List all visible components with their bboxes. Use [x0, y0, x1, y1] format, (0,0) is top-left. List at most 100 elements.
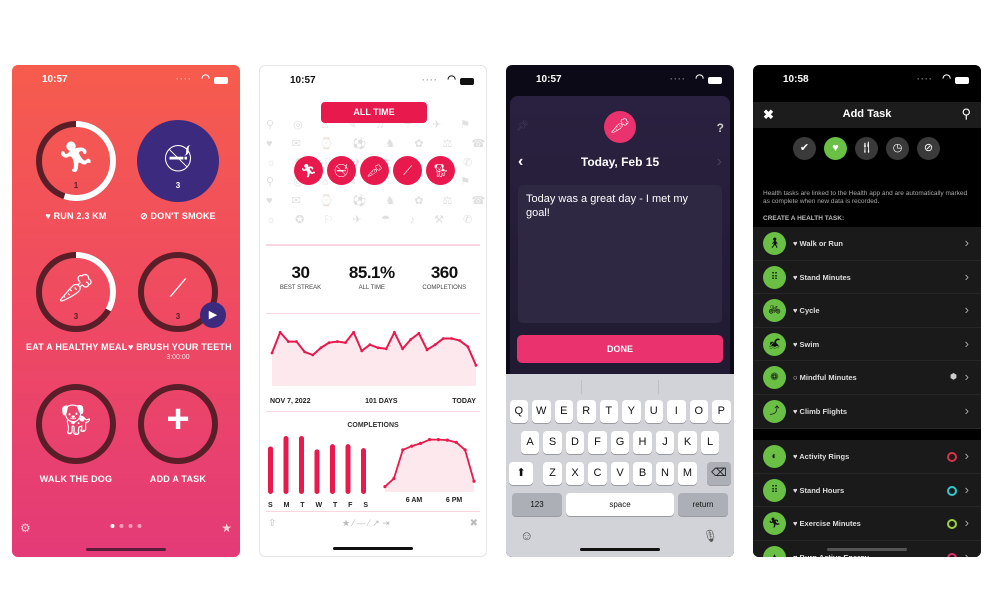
keyboard-row-4: 123 space return	[506, 493, 734, 516]
chevron-right-icon: ›	[964, 481, 969, 497]
key-z[interactable]: Z	[543, 462, 562, 485]
help-button[interactable]: ?	[717, 121, 724, 135]
trend-point	[417, 331, 421, 335]
hourly-point	[383, 485, 387, 489]
key-i[interactable]: I	[667, 400, 686, 423]
habit-tile-walk-dog[interactable]: 🐕︎ WALK THE DOG	[26, 382, 126, 484]
task-row[interactable]: 🚲︎ ♥ Cycle ›	[753, 294, 981, 328]
hourly-point	[463, 448, 467, 452]
key-w[interactable]: W	[532, 400, 551, 423]
completion-count: 1	[73, 181, 79, 190]
return-key[interactable]: return	[678, 493, 728, 516]
key-y[interactable]: Y	[622, 400, 641, 423]
heart-icon[interactable]: ♥	[824, 137, 847, 160]
task-row[interactable]: 🚶︎ ♥ Walk or Run ›	[753, 227, 981, 261]
completions-title: COMPLETIONS	[347, 422, 399, 429]
weekday-label: S	[363, 502, 368, 509]
key-v[interactable]: V	[610, 462, 630, 485]
add-task-screen: 10:58 ···· ◠ ✖ Add Task ⚲ ✔ ♥ 🍴︎ ◷ ⊘ Hea…	[753, 65, 981, 557]
key-j[interactable]: J	[655, 431, 675, 454]
key-l[interactable]: L	[700, 431, 720, 454]
chevron-right-icon[interactable]: ›	[717, 153, 722, 171]
running-person-icon: 🏃︎	[763, 512, 786, 536]
task-row[interactable]: 🏊︎ ♥ Swim ›	[753, 328, 981, 362]
running-person-icon[interactable]: 🏃︎	[294, 156, 323, 185]
carrot-icon[interactable]: 🥕︎	[360, 156, 389, 185]
numbers-key[interactable]: 123	[512, 493, 562, 516]
key-x[interactable]: X	[565, 462, 585, 485]
key-t[interactable]: T	[599, 400, 618, 423]
task-row[interactable]: ⠿ ♥ Stand Hours ›	[753, 474, 981, 508]
ring-indicator-icon	[947, 552, 957, 557]
key-h[interactable]: H	[633, 431, 652, 454]
habit-tile-dont-smoke[interactable]: 🚭︎ 3 ⊘ DON'T SMOKE	[128, 119, 228, 222]
habit-tile-healthy-meal[interactable]: 🥕︎ 3 EAT A HEALTHY MEAL	[26, 250, 127, 352]
mindful-icon: ❁	[763, 366, 786, 390]
star-icon[interactable]: ★ ⁄ — ⁄ ↗ ⇥	[342, 518, 390, 529]
home-indicator	[86, 548, 166, 551]
play-timer-button[interactable]: ▶	[200, 302, 226, 328]
search-icon[interactable]: ⚲	[961, 106, 971, 122]
share-icon[interactable]: ⇧	[268, 518, 276, 529]
key-o[interactable]: O	[689, 400, 708, 423]
backspace-key[interactable]: ⌫	[706, 462, 731, 485]
key-n[interactable]: N	[655, 462, 675, 485]
time-range-button[interactable]: ALL TIME	[321, 102, 427, 123]
signal-icon: ····	[670, 74, 686, 84]
key-e[interactable]: E	[554, 400, 573, 423]
trend-point	[327, 341, 331, 344]
toothbrush-icon[interactable]: ⟋	[393, 156, 422, 185]
habit-tile-brush-teeth[interactable]: ⟋ 3 ▶ ♥ BRUSH YOUR TEETH 3:00:00	[128, 250, 232, 361]
task-row[interactable]: ⠿ ♥ Stand Minutes ›	[753, 261, 981, 295]
checkmark-icon[interactable]: ✔	[793, 137, 816, 160]
key-p[interactable]: P	[712, 400, 731, 423]
key-s[interactable]: S	[543, 431, 562, 454]
key-q[interactable]: Q	[509, 400, 528, 423]
done-button[interactable]: DONE	[517, 335, 723, 363]
add-task-button[interactable]: + ADD A TASK	[128, 382, 228, 484]
page-indicator[interactable]	[110, 524, 142, 528]
key-c[interactable]: C	[588, 462, 607, 485]
key-k[interactable]: K	[678, 431, 697, 454]
key-g[interactable]: G	[610, 431, 630, 454]
close-icon[interactable]: ✖	[470, 518, 478, 529]
habit-tile-run[interactable]: 🏃︎ 1 ♥ RUN 2.3 KM	[26, 119, 126, 221]
chevron-right-icon: ›	[964, 302, 969, 318]
microphone-icon[interactable]: 🎙︎	[703, 529, 718, 543]
bottom-toolbar: ⇧ ★ ⁄ — ⁄ ↗ ⇥ ✖	[260, 518, 486, 534]
task-label: ♥ Cycle	[793, 306, 820, 316]
pin-icon[interactable]: 📌︎	[516, 121, 529, 132]
dog-icon: 🐕︎	[56, 404, 96, 437]
clock-icon[interactable]: ◷	[886, 137, 909, 160]
weekday-labels: SMTWTFS	[268, 502, 368, 509]
fork-knife-icon[interactable]: 🍴︎	[855, 137, 878, 160]
plus-icon: +	[166, 397, 190, 441]
task-row[interactable]: ❁ ○ Mindful Minutes ⬢ ›	[753, 361, 981, 395]
task-row[interactable]: ◐ ♥ Activity Rings ›	[753, 440, 981, 474]
task-row[interactable]: ⤴ ♥ Climb Flights ›	[753, 395, 981, 429]
key-a[interactable]: A	[520, 431, 540, 454]
weekday-label: T	[300, 502, 305, 509]
dog-icon[interactable]: 🐕︎	[426, 156, 455, 185]
key-u[interactable]: U	[644, 400, 663, 423]
key-f[interactable]: F	[588, 431, 607, 454]
key-d[interactable]: D	[565, 431, 585, 454]
note-textarea[interactable]	[518, 185, 722, 323]
gear-icon[interactable]: ⚙	[20, 521, 31, 535]
emoji-icon[interactable]: ☺	[520, 528, 533, 543]
shift-key[interactable]: ⬆	[509, 462, 534, 485]
star-icon[interactable]: ★	[221, 521, 232, 535]
section-header: CREATE A HEALTH TASK:	[763, 215, 845, 222]
key-b[interactable]: B	[633, 462, 652, 485]
task-row[interactable]: 🏃︎ ♥ Exercise Minutes ›	[753, 507, 981, 541]
no-smoking-icon[interactable]: 🚭︎	[327, 156, 356, 185]
habit-label: ⊘ DON'T SMOKE	[140, 211, 216, 221]
wifi-icon: ◠	[447, 74, 456, 85]
chevron-right-icon: ›	[964, 268, 969, 284]
prohibited-icon[interactable]: ⊘	[917, 137, 940, 160]
key-r[interactable]: R	[577, 400, 596, 423]
space-key[interactable]: space	[566, 493, 674, 516]
weekday-label: T	[332, 502, 338, 509]
weekday-label: S	[268, 502, 273, 509]
key-m[interactable]: M	[678, 462, 697, 485]
